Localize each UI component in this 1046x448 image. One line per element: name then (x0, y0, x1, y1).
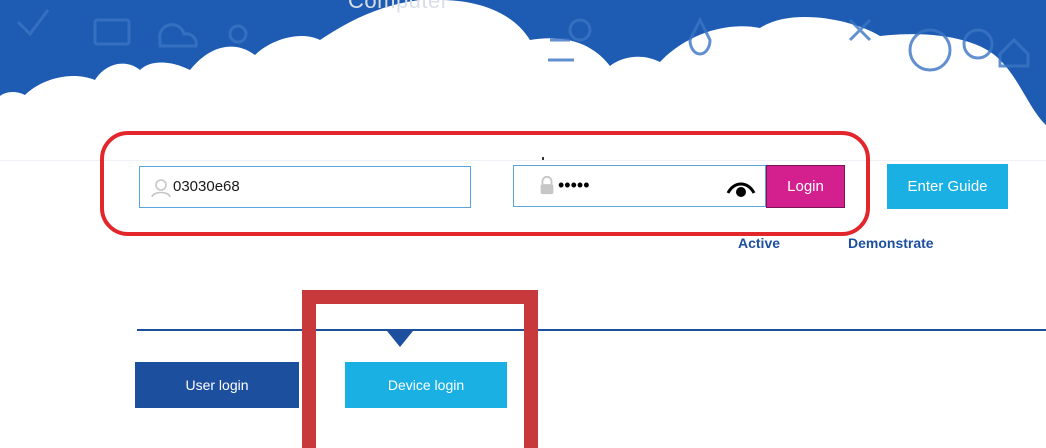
active-link[interactable]: Active (738, 235, 780, 251)
demonstrate-link[interactable]: Demonstrate (848, 235, 934, 251)
banner-title: Computer (348, 0, 449, 13)
highlight-ellipse (100, 131, 870, 236)
enter-guide-button[interactable]: Enter Guide (887, 164, 1008, 209)
tab-user-login[interactable]: User login (135, 362, 299, 408)
tab-underline (137, 329, 1046, 331)
highlight-box (302, 290, 538, 448)
